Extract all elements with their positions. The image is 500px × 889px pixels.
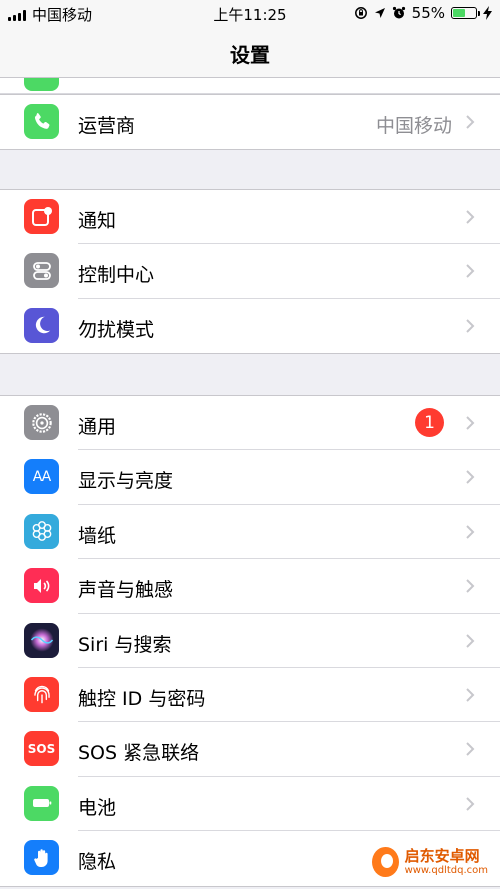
row-label: 显示与亮度 [78,470,174,493]
row-siri-search[interactable]: Siri 与搜索 [0,614,500,668]
chevron-right-icon [466,210,475,224]
battery-fill [453,9,466,17]
navigation-bar: 设置 [0,28,500,78]
chevron-right-icon [466,115,475,129]
sos-icon-text: SOS [27,741,56,756]
location-icon [374,8,385,18]
row-battery[interactable]: 电池 [0,777,500,832]
row-label: SOS 紧急联络 [78,742,200,765]
settings-group-general: 通用 1 AA 显示与亮度 墙纸 声音与触感 Siri 与搜索 触控 ID 与密… [0,395,500,887]
row-label: 墙纸 [78,524,117,547]
row-label: 电池 [78,796,117,819]
chevron-right-icon [466,470,475,485]
row-emergency-sos[interactable]: SOS SOS 紧急联络 [0,722,500,777]
hand-icon [24,840,59,876]
watermark-text: 启东安卓网 www.qdltdq.com [405,848,488,876]
fingerprint-icon [24,676,59,712]
notifications-icon [24,199,59,234]
chevron-right-icon [466,742,475,757]
wallpaper-icon [24,513,59,549]
row-label: 通知 [78,210,117,232]
chevron-right-icon [466,525,475,539]
row-carrier[interactable]: 运营商 中国移动 [0,95,500,149]
row-label: 隐私 [78,851,117,874]
chevron-right-icon [466,579,475,593]
row-label: 运营商 [78,115,136,137]
row-label: 触控 ID 与密码 [78,687,206,710]
sos-icon: SOS [24,731,59,767]
battery-percent: 55% [411,4,445,22]
chevron-right-icon [466,633,475,648]
partial-icon [24,78,59,91]
status-bar: 中国移动 上午11:25 55% [0,0,500,28]
battery-icon [24,785,59,821]
row-label: 控制中心 [78,264,155,287]
update-badge: 1 [415,408,444,437]
gear-icon [24,405,59,440]
status-right: 55% [354,4,492,22]
row-label: 通用 [78,416,117,438]
watermark-title: 启东安卓网 [404,847,480,866]
alarm-icon [392,6,405,19]
chevron-right-icon [466,264,475,279]
control-center-icon [24,253,59,289]
row-label: 勿扰模式 [78,318,155,341]
settings-group-carrier: 运营商 中国移动 [0,94,500,151]
row-label: Siri 与搜索 [78,633,172,656]
row-notifications[interactable]: 通知 [0,190,500,245]
chevron-right-icon [466,416,475,430]
row-touch-id[interactable]: 触控 ID 与密码 [0,668,500,723]
watermark-url: www.qdltdq.com [404,864,488,876]
chevron-right-icon [466,688,475,702]
chevron-right-icon [466,319,475,333]
site-watermark: 启东安卓网 www.qdltdq.com [366,841,494,883]
row-wallpaper[interactable]: 墙纸 [0,505,500,560]
row-sounds[interactable]: 声音与触感 [0,559,500,614]
sound-icon [24,568,59,604]
row-control-center[interactable]: 控制中心 [0,244,500,299]
row-do-not-disturb[interactable]: 勿扰模式 [0,299,500,353]
charging-bolt-icon [483,6,492,20]
siri-icon [24,622,59,658]
chevron-right-icon [466,797,475,811]
row-label: 声音与触感 [78,579,174,602]
display-icon: AA [24,459,59,495]
display-icon-text: AA [32,468,52,485]
row-general[interactable]: 通用 1 [0,396,500,451]
scrolled-row-peek [0,78,500,94]
page-title: 设置 [230,43,270,67]
watermark-logo-icon [372,847,399,877]
moon-icon [24,307,59,343]
row-value: 中国移动 [375,115,452,137]
phone-icon [24,104,59,139]
rotation-lock-icon [354,7,367,19]
row-display-brightness[interactable]: AA 显示与亮度 [0,450,500,505]
battery-indicator-icon [451,7,480,19]
settings-group-notifications: 通知 控制中心 勿扰模式 [0,189,500,355]
